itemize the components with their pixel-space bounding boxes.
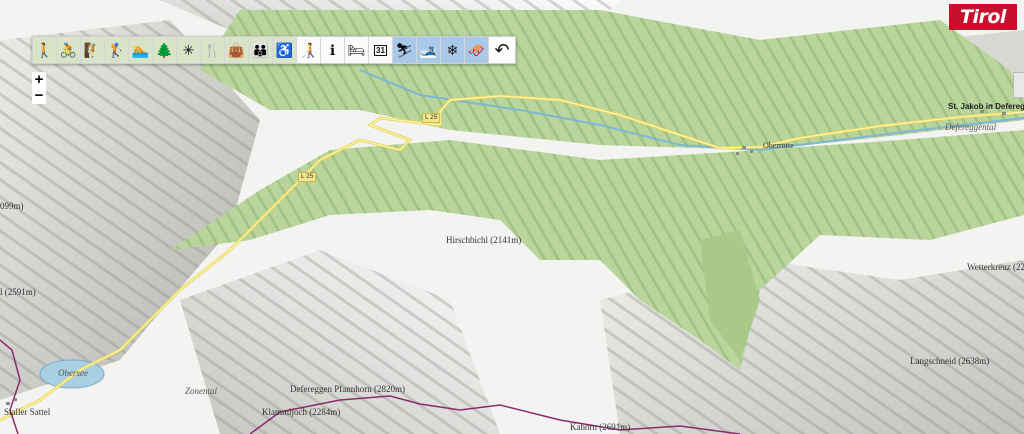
cycling-icon: 🚴 [59,41,78,58]
back-arrow-filter-button[interactable]: ↶ [489,37,515,63]
peak-label-wetterkreuz: Wetterkreuz (223 [967,262,1024,272]
family-filter-button[interactable]: 👪 [249,37,273,63]
place-label-staller-sattel: Staller Sattel [4,407,51,417]
senior-filter-button[interactable]: 🧑‍🦯 [297,37,321,63]
map-canvas[interactable] [0,0,1024,434]
calendar-filter-button[interactable]: 31 [369,37,393,63]
peak-label-left-2: l (2591m) [0,287,36,297]
valley-label-defereggental: Defereggental [945,122,997,132]
calendar-icon: 31 [374,44,387,56]
ski-touring-icon: 🎿 [419,41,438,58]
zoom-out-button[interactable]: − [32,88,46,104]
climbing-icon: 🧗 [83,41,102,58]
valley-label-zonental: Zonental [185,386,218,396]
zoom-control: + − [32,72,46,104]
forest-filter-button[interactable]: 🌲 [153,37,177,63]
place-label-oberrotte: Oberrotte [763,141,794,150]
peak-label-langschneid: Langschneid (2638m) [910,356,990,366]
shopping-icon: 👜 [227,41,246,58]
tirol-logo-text: Tirol [960,6,1006,28]
sight-filter-button[interactable]: ✳ [177,37,201,63]
peak-label-hirschbichl: Hirschbichl (2141m) [446,235,522,245]
peak-label-left: 099m) [0,201,24,211]
accommodation-filter-button[interactable]: 🛏 [345,37,369,63]
forest-icon: 🌲 [155,41,174,58]
peak-label-klammljoch: Klammljoch (2284m) [262,407,341,417]
climbing-filter-button[interactable]: 🧗 [81,37,105,63]
cycling-filter-button[interactable]: 🚴 [57,37,81,63]
accessible-icon: ♿ [275,41,294,58]
zoom-in-button[interactable]: + [32,72,46,88]
tobogganing-icon: 🛷 [467,41,486,58]
lake-label-obersee: Obersee [58,368,88,378]
accessible-filter-button[interactable]: ♿ [273,37,297,63]
place-label-st-jakob: St. Jakob in Defereggen [948,102,1024,111]
hiking-icon: 🚶 [35,41,54,58]
restaurant-filter-button[interactable]: 🍴 [201,37,225,63]
tobogganing-filter-button[interactable]: 🛷 [465,37,489,63]
family-icon: 👪 [251,41,270,58]
road-shield-l25-lower: L 25 [298,172,317,182]
peak-label-kahorn: Kahorn (2691m) [570,422,631,432]
poi-toolbar: 🚶 🚴 🧗 🏌 🏊 🌲 ✳ 🍴 👜 👪 ♿ 🧑‍🦯 ℹ 🛏 31 ⛷ 🎿 ❄ 🛷 ↶ [32,36,516,64]
golf-filter-button[interactable]: 🏌 [105,37,129,63]
restaurant-icon: 🍴 [203,41,222,58]
back-arrow-icon: ↶ [494,39,510,60]
snowflake-filter-button[interactable]: ❄ [441,37,465,63]
golf-icon: 🏌 [107,41,126,58]
sight-icon: ✳ [182,41,195,58]
snowflake-icon: ❄ [446,41,459,58]
layer-switcher-tab[interactable] [1013,72,1024,98]
road-shield-l25-upper: L 25 [422,113,441,123]
swimming-icon: 🏊 [131,41,150,58]
ski-touring-filter-button[interactable]: 🎿 [417,37,441,63]
peak-label-defereggen-pfannhorn: Defereggen Pfannhorn (2820m) [290,384,405,394]
skiing-icon: ⛷ [395,41,414,58]
swimming-filter-button[interactable]: 🏊 [129,37,153,63]
shopping-filter-button[interactable]: 👜 [225,37,249,63]
skiing-filter-button[interactable]: ⛷ [393,37,417,63]
accommodation-icon: 🛏 [347,41,366,58]
info-icon: ℹ [329,41,336,58]
tirol-logo[interactable]: Tirol [949,4,1017,30]
senior-icon: 🧑‍🦯 [299,41,318,58]
info-filter-button[interactable]: ℹ [321,37,345,63]
hiking-filter-button[interactable]: 🚶 [33,37,57,63]
